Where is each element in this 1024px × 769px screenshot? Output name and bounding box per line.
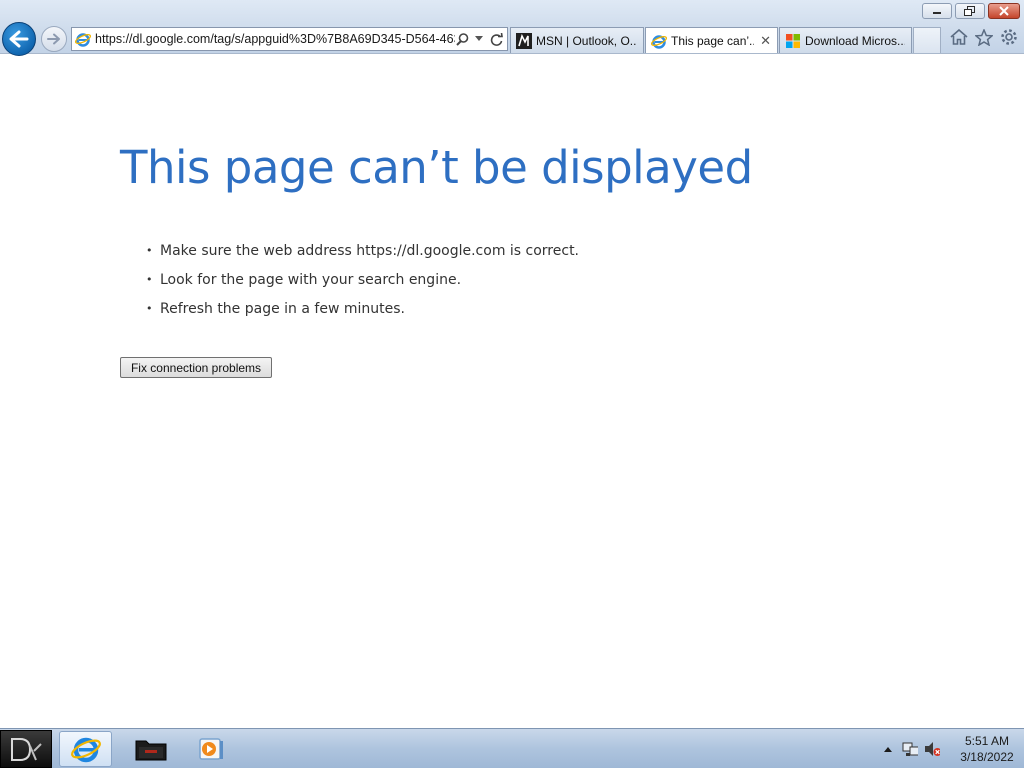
bullet: • [146,273,153,286]
taskbar-file-explorer[interactable] [127,731,175,767]
search-icon[interactable] [455,32,469,46]
fix-connection-button[interactable]: Fix connection problems [120,357,272,378]
back-button[interactable] [2,22,36,56]
taskbar-media-player[interactable] [187,731,235,767]
suggestion-text: Look for the page with your search engin… [160,271,462,288]
bullet: • [146,244,153,257]
page-content: This page can’t be displayed • Make sure… [0,55,1024,728]
favorites-star-icon[interactable] [975,28,993,46]
tab-msn[interactable]: MSN | Outlook, O... [510,27,644,53]
taskbar: 5:51 AM 3/18/2022 [0,728,1024,768]
clock[interactable]: 5:51 AM 3/18/2022 [954,733,1020,765]
msn-icon [516,32,532,49]
close-tab-icon[interactable]: ✕ [760,33,771,49]
chevron-down-icon[interactable] [472,32,486,46]
list-item: • Refresh the page in a few minutes. [146,294,579,323]
minimize-icon [933,12,941,14]
media-player-icon [199,738,223,760]
start-logo-icon [11,738,42,761]
suggestion-text: Make sure the web address https://dl.goo… [160,242,580,259]
address-bar[interactable]: https://dl.google.com/tag/s/appguid%3D%7… [71,27,508,51]
file-explorer-icon [135,740,167,761]
forward-button[interactable] [41,26,67,52]
tab-download-microsoft[interactable]: Download Micros... [779,27,912,53]
restore-button[interactable] [955,3,985,19]
restore-icon [964,6,975,16]
tab-page-error[interactable]: This page can’... ✕ [645,27,778,53]
browser-chrome: https://dl.google.com/tag/s/appguid%3D%7… [0,0,1024,56]
ie-page-icon [651,33,667,49]
list-item: • Look for the page with your search eng… [146,265,579,294]
forward-arrow-icon [47,33,60,45]
show-hidden-icons-icon[interactable] [880,741,896,757]
tab-label: This page can’... [671,33,755,48]
home-icon[interactable] [950,28,968,46]
ie-page-icon [72,28,94,50]
volume-muted-icon[interactable] [924,741,940,757]
tab-label: MSN | Outlook, O... [536,33,637,48]
clock-date: 3/18/2022 [960,750,1014,764]
microsoft-logo-icon [785,33,801,49]
new-tab-button[interactable] [913,27,941,53]
gear-icon[interactable] [1000,28,1018,46]
address-url[interactable]: https://dl.google.com/tag/s/appguid%3D%7… [94,32,455,46]
minimize-button[interactable] [922,3,952,19]
tab-label: Download Micros... [805,33,905,48]
back-arrow-icon [9,30,29,48]
page-title: This page can’t be displayed [120,141,753,194]
tab-strip: MSN | Outlook, O... This page can’... ✕ … [510,27,941,53]
bullet: • [146,302,153,315]
list-item: • Make sure the web address https://dl.g… [146,236,579,265]
system-tray: 5:51 AM 3/18/2022 [880,729,1020,769]
clock-time: 5:51 AM [964,734,1010,748]
suggestion-text: Refresh the page in a few minutes. [160,300,405,317]
close-window-button[interactable] [988,3,1020,19]
window-controls [922,3,1020,19]
taskbar-internet-explorer[interactable] [59,731,112,767]
refresh-icon[interactable] [489,32,503,46]
suggestion-list: • Make sure the web address https://dl.g… [146,236,579,323]
start-button[interactable] [0,730,52,768]
internet-explorer-icon [70,737,101,763]
network-icon[interactable] [902,741,918,757]
close-icon [999,6,1009,16]
